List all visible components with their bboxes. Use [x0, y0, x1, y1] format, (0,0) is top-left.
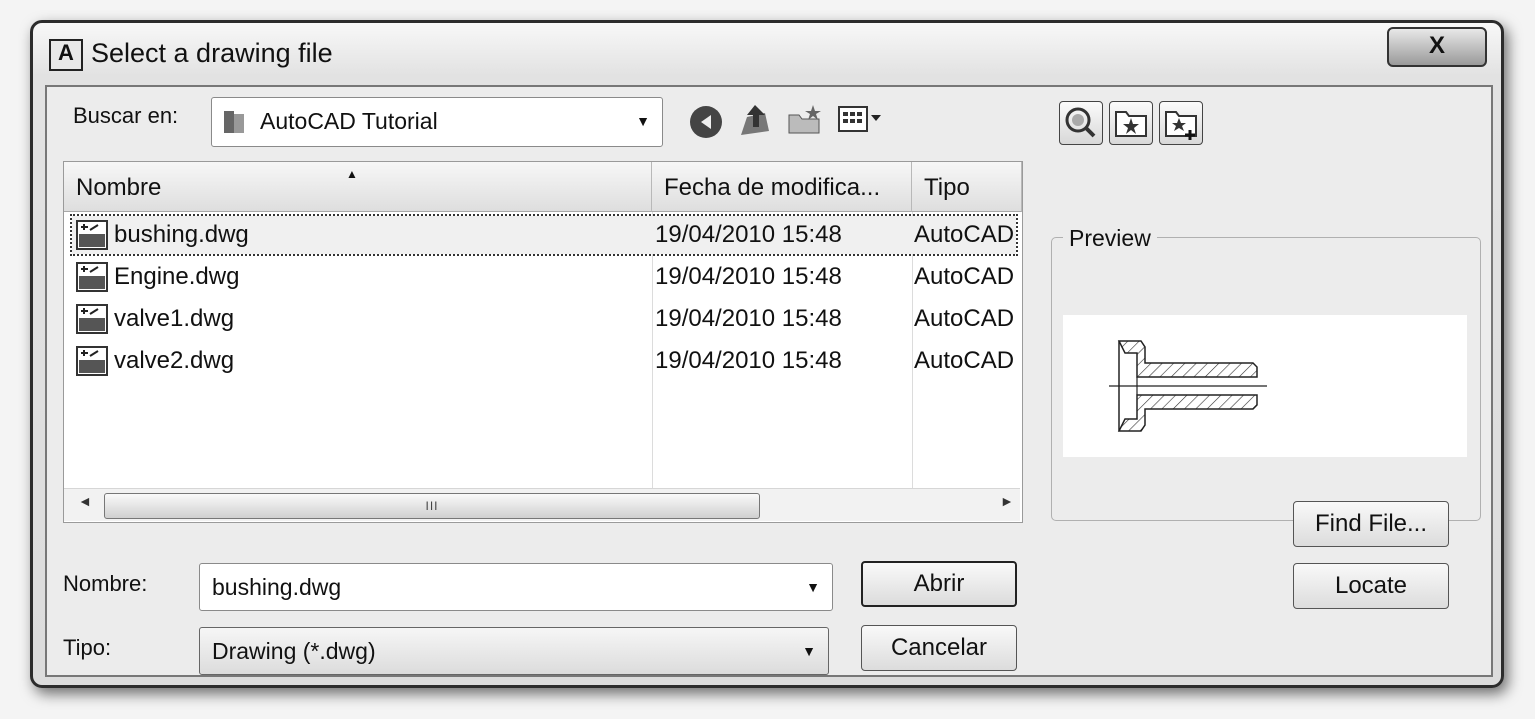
favorites-button[interactable]: [1109, 101, 1153, 145]
dwg-file-icon: [76, 262, 108, 292]
file-row-engine[interactable]: Engine.dwg 19/04/2010 15:48 AutoCAD: [72, 258, 1016, 296]
scroll-left-icon[interactable]: ◄: [78, 493, 92, 509]
look-in-label: Buscar en:: [73, 103, 179, 128]
filename-value: bushing.dwg: [212, 574, 342, 600]
preview-image: [1063, 315, 1467, 457]
file-name: bushing.dwg: [114, 221, 249, 248]
dialog-body: Buscar en: AutoCAD Tutorial ▼ Nombre ▲ F…: [45, 85, 1493, 677]
chevron-down-icon: ▼: [802, 643, 816, 659]
search-web-icon: [1065, 107, 1096, 138]
locate-button[interactable]: Locate: [1293, 563, 1449, 609]
autocad-app-icon: A: [49, 39, 83, 71]
cancel-button[interactable]: Cancelar: [861, 625, 1017, 671]
file-type: AutoCAD: [914, 263, 1014, 290]
scroll-thumb-grip: III: [425, 499, 439, 513]
open-button[interactable]: Abrir: [861, 561, 1017, 607]
look-in-dropdown[interactable]: AutoCAD Tutorial ▼: [211, 97, 663, 147]
filename-label: Nombre:: [63, 571, 148, 596]
search-web-button[interactable]: [1059, 101, 1103, 145]
folder-icon: [224, 111, 244, 133]
views-menu-icon: [838, 106, 881, 132]
filetype-label: Tipo:: [63, 635, 112, 660]
scrollbar-thumb[interactable]: III: [104, 493, 760, 519]
column-header-date[interactable]: Fecha de modifica...: [652, 162, 912, 212]
add-to-favorites-icon: [1165, 111, 1197, 140]
file-date: 19/04/2010 15:48: [655, 347, 842, 374]
file-list[interactable]: Nombre ▲ Fecha de modifica... Tipo bushi…: [63, 161, 1023, 523]
file-type: AutoCAD: [914, 221, 1014, 248]
dialog-window: A Select a drawing file X Buscar en: Aut…: [30, 20, 1504, 688]
filetype-dropdown[interactable]: Drawing (*.dwg) ▼: [199, 627, 829, 675]
dwg-file-icon: [76, 304, 108, 334]
filetype-value: Drawing (*.dwg): [212, 638, 376, 664]
file-name: valve2.dwg: [114, 347, 235, 374]
look-in-value: AutoCAD Tutorial: [260, 108, 438, 134]
dwg-file-icon: [76, 220, 108, 250]
chevron-down-icon: ▼: [636, 113, 650, 129]
file-type: AutoCAD: [914, 305, 1014, 332]
file-name: Engine.dwg: [114, 263, 240, 290]
preview-label: Preview: [1063, 225, 1157, 252]
file-row-valve1[interactable]: valve1.dwg 19/04/2010 15:48 AutoCAD: [72, 300, 1016, 338]
file-row-bushing[interactable]: bushing.dwg 19/04/2010 15:48 AutoCAD: [70, 214, 1018, 256]
chevron-down-icon: ▼: [806, 579, 820, 595]
file-row-valve2[interactable]: valve2.dwg 19/04/2010 15:48 AutoCAD: [72, 342, 1016, 380]
favorites-icon: [1115, 111, 1147, 137]
sort-ascending-icon: ▲: [346, 167, 358, 181]
new-folder-icon[interactable]: [785, 101, 825, 141]
file-type: AutoCAD: [914, 347, 1014, 374]
scroll-right-icon[interactable]: ►: [1000, 493, 1014, 509]
horizontal-scrollbar[interactable]: ◄ III ►: [64, 488, 1020, 521]
dwg-file-icon: [76, 346, 108, 376]
bushing-drawing-preview: [1109, 340, 1267, 432]
column-header-type[interactable]: Tipo: [912, 162, 1022, 212]
dialog-title: Select a drawing file: [91, 38, 333, 68]
file-date: 19/04/2010 15:48: [655, 305, 842, 332]
filename-input[interactable]: bushing.dwg ▼: [199, 563, 833, 611]
add-to-favorites-button[interactable]: [1159, 101, 1203, 145]
back-icon[interactable]: [687, 103, 725, 141]
column-header-name[interactable]: Nombre ▲: [64, 162, 652, 212]
file-name: valve1.dwg: [114, 305, 235, 332]
find-file-button[interactable]: Find File...: [1293, 501, 1449, 547]
file-date: 19/04/2010 15:48: [655, 263, 842, 290]
views-menu-button[interactable]: [837, 101, 887, 137]
close-button[interactable]: X: [1387, 27, 1487, 67]
file-date: 19/04/2010 15:48: [655, 221, 842, 248]
up-folder-icon[interactable]: [735, 101, 775, 141]
